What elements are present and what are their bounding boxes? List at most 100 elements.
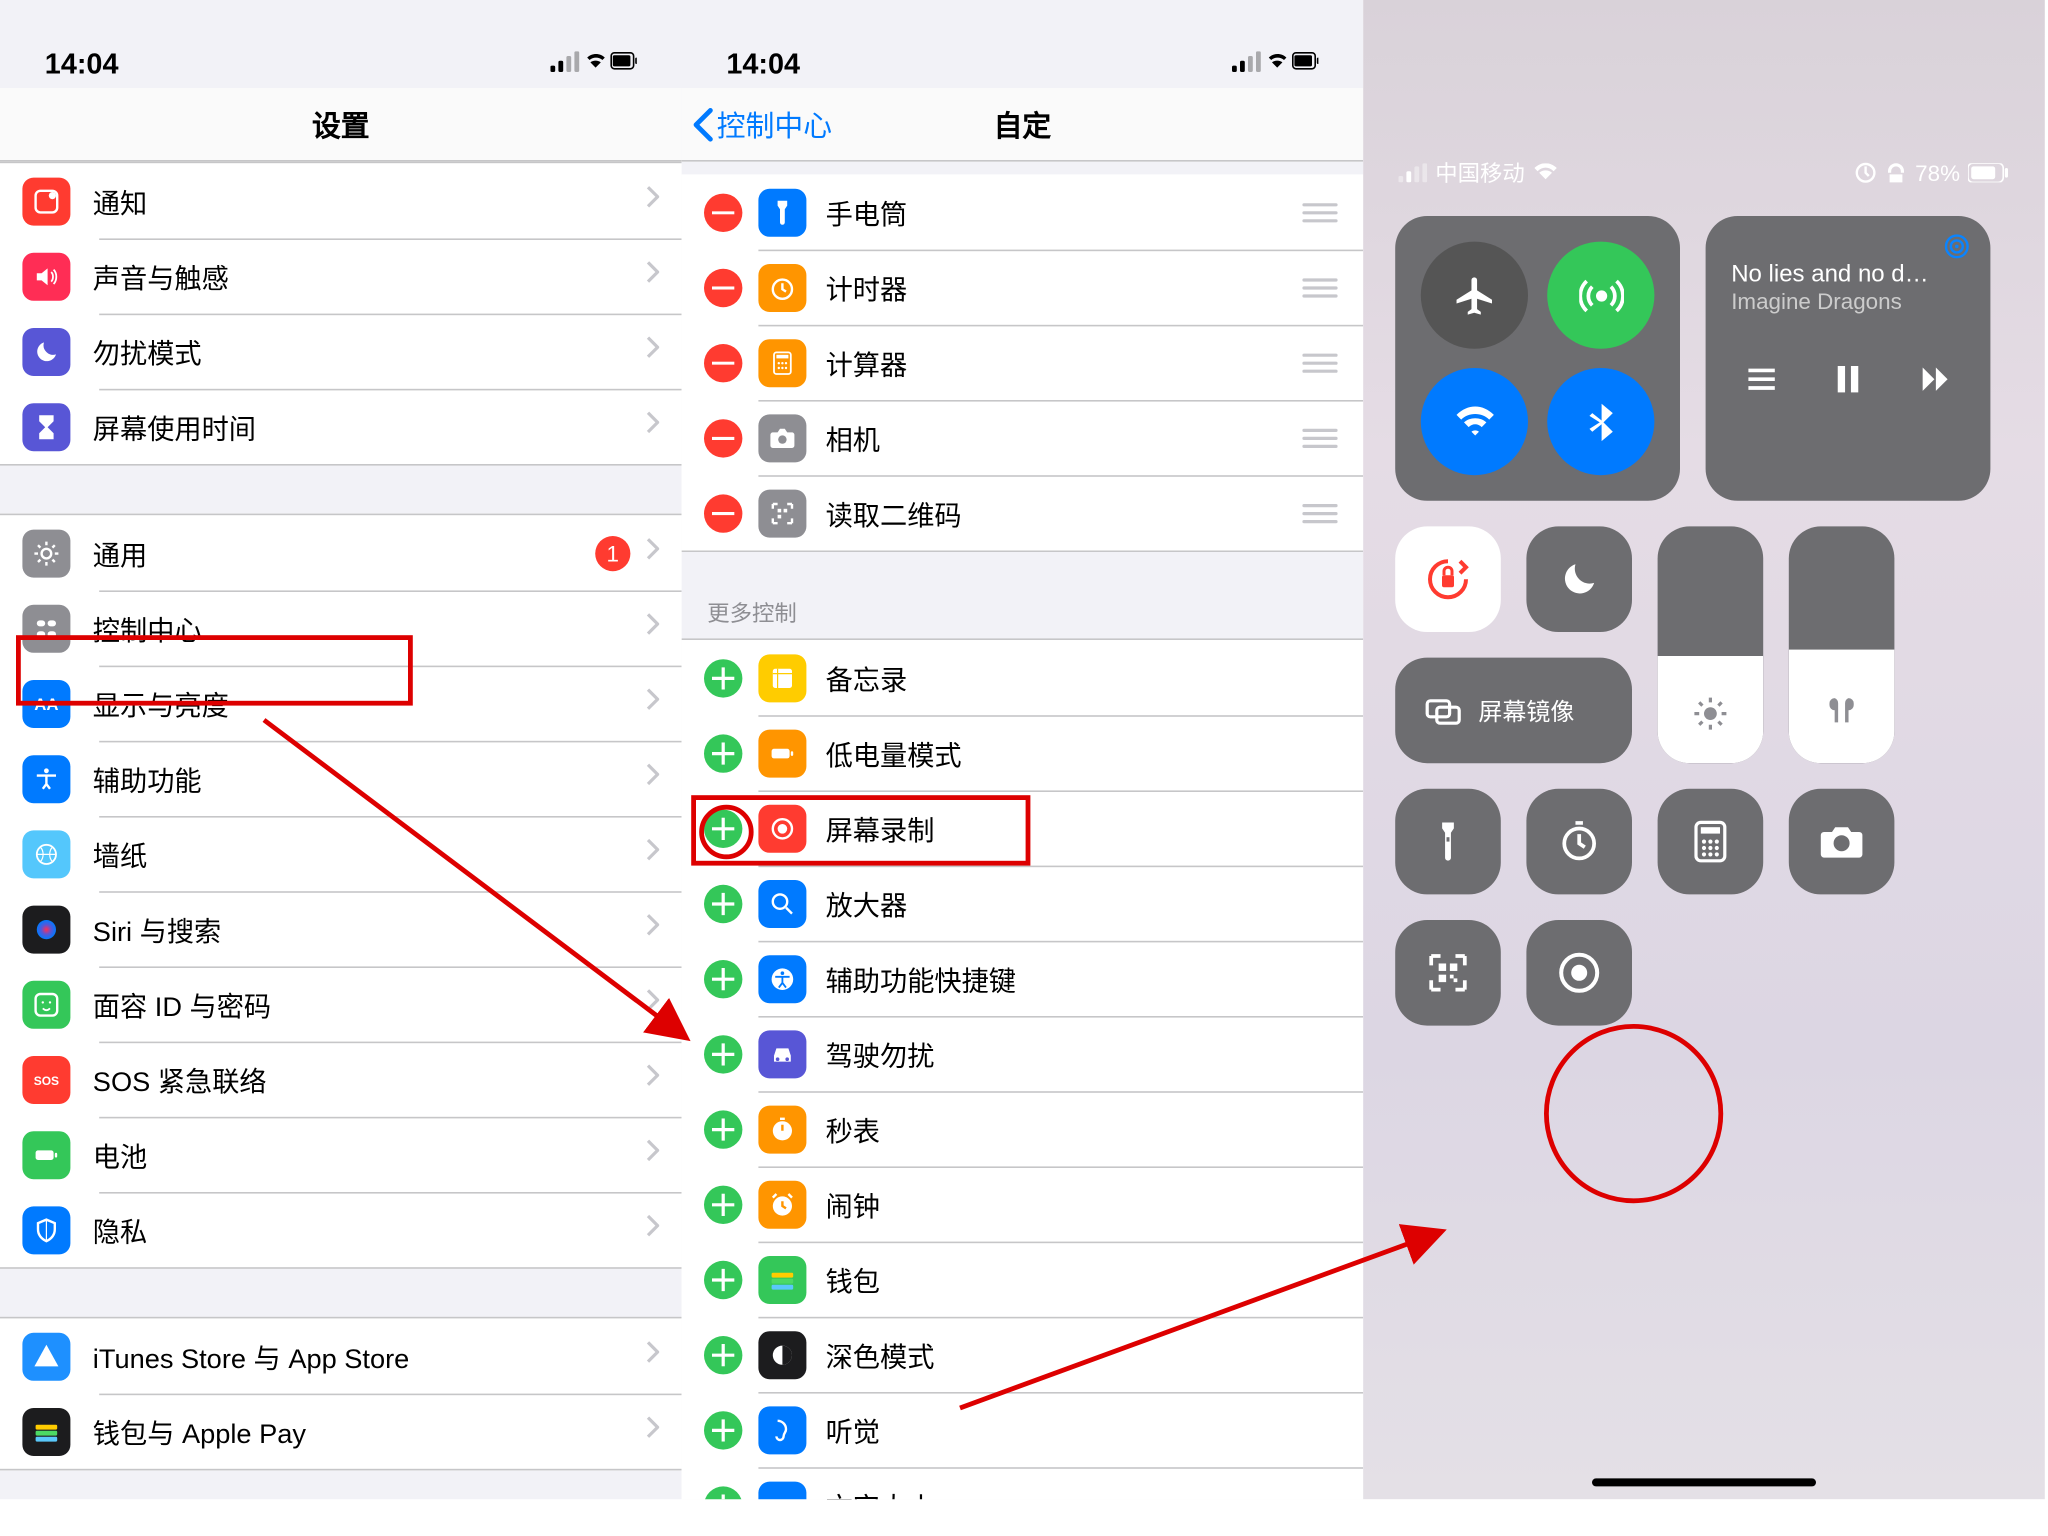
settings-row-screentime[interactable]: 屏幕使用时间	[0, 389, 682, 464]
customize-row-camera[interactable]: 相机	[682, 400, 1364, 475]
settings-row-wallpaper[interactable]: 墙纸	[0, 816, 682, 891]
settings-row-sounds[interactable]: 声音与触感	[0, 238, 682, 313]
row-label: iTunes Store 与 App Store	[93, 1336, 647, 1376]
screen-mirroring-tile[interactable]: 屏幕镜像	[1395, 658, 1632, 764]
reorder-handle[interactable]	[1302, 353, 1340, 372]
add-button[interactable]	[704, 809, 742, 847]
customize-row-stopwatch[interactable]: 秒表	[682, 1091, 1364, 1166]
settings-row-accessibility[interactable]: 辅助功能	[0, 741, 682, 816]
reorder-handle[interactable]	[1302, 428, 1340, 447]
remove-button[interactable]	[704, 193, 742, 231]
chevron-right-icon	[646, 1139, 659, 1169]
customize-row-qr[interactable]: 读取二维码	[682, 475, 1364, 550]
add-button[interactable]	[704, 734, 742, 772]
qr-scanner-tile[interactable]	[1395, 920, 1501, 1026]
row-label: 面容 ID 与密码	[93, 984, 647, 1024]
media-pause-icon[interactable]	[1830, 362, 1865, 405]
remove-button[interactable]	[704, 418, 742, 456]
settings-row-display[interactable]: AA 显示与亮度	[0, 666, 682, 741]
add-button[interactable]	[704, 884, 742, 922]
calculator-tile[interactable]	[1658, 789, 1764, 895]
back-label: 控制中心	[717, 104, 832, 146]
reorder-handle[interactable]	[1302, 278, 1340, 297]
chevron-right-icon	[646, 688, 659, 718]
chevron-right-icon	[646, 838, 659, 868]
media-list-icon[interactable]	[1744, 362, 1779, 405]
add-button[interactable]	[704, 1335, 742, 1373]
cellular-toggle[interactable]	[1547, 242, 1654, 349]
add-button[interactable]	[704, 1185, 742, 1223]
customize-row-driving-dnd[interactable]: 驾驶勿扰	[682, 1016, 1364, 1091]
notifications-icon	[22, 177, 70, 225]
add-button[interactable]	[704, 959, 742, 997]
settings-row-wallet[interactable]: 钱包与 Apple Pay	[0, 1394, 682, 1469]
customize-row-alarm[interactable]: 闹钟	[682, 1166, 1364, 1241]
settings-row-dnd[interactable]: 勿扰模式	[0, 314, 682, 389]
airplane-toggle[interactable]	[1421, 242, 1528, 349]
flashlight-tile[interactable]	[1395, 789, 1501, 895]
wallpaper-icon	[22, 830, 70, 878]
screen-recording-tile[interactable]	[1526, 920, 1632, 1026]
settings-row-notifications[interactable]: 通知	[0, 163, 682, 238]
timer-tile[interactable]	[1526, 789, 1632, 895]
settings-row-sos[interactable]: SOS SOS 紧急联络	[0, 1042, 682, 1117]
orientation-lock-tile[interactable]	[1395, 526, 1501, 632]
back-button[interactable]: 控制中心	[691, 88, 832, 162]
reorder-handle[interactable]	[1302, 503, 1340, 522]
remove-button[interactable]	[704, 268, 742, 306]
customize-row-hearing[interactable]: 听觉	[682, 1392, 1364, 1467]
customize-row-textsize[interactable]: Aa 文字大小	[682, 1467, 1364, 1499]
screenshot-customize: 14:04 控制中心 自定 手电筒 计时器 计算器 相机	[682, 0, 1364, 1499]
brightness-slider[interactable]	[1658, 526, 1764, 763]
customize-row-calculator[interactable]: 计算器	[682, 325, 1364, 400]
remove-button[interactable]	[704, 343, 742, 381]
siri-icon	[22, 905, 70, 953]
row-label: 读取二维码	[826, 493, 1303, 533]
dnd-tile[interactable]	[1526, 526, 1632, 632]
status-icons	[1232, 51, 1318, 81]
customize-row-notes[interactable]: 备忘录	[682, 640, 1364, 715]
settings-row-battery[interactable]: 电池	[0, 1117, 682, 1192]
add-button[interactable]	[704, 1110, 742, 1148]
add-button[interactable]	[704, 1034, 742, 1072]
customize-row-a11y-shortcut[interactable]: 辅助功能快捷键	[682, 941, 1364, 1016]
customize-row-timer[interactable]: 计时器	[682, 250, 1364, 325]
settings-row-control-center[interactable]: 控制中心	[0, 590, 682, 665]
customize-row-darkmode[interactable]: 深色模式	[682, 1317, 1364, 1392]
camera-tile[interactable]	[1789, 789, 1895, 895]
settings-row-general[interactable]: 通用 1	[0, 515, 682, 590]
faceid-icon	[22, 980, 70, 1028]
customize-row-screenrec[interactable]: 屏幕录制	[682, 790, 1364, 865]
remove-button[interactable]	[704, 494, 742, 532]
row-label: 听觉	[826, 1410, 1341, 1450]
wifi-toggle[interactable]	[1421, 368, 1528, 475]
add-button[interactable]	[704, 658, 742, 696]
row-label: 手电筒	[826, 192, 1303, 232]
chevron-right-icon	[646, 1214, 659, 1244]
connectivity-tile[interactable]	[1395, 216, 1680, 501]
settings-row-privacy[interactable]: 隐私	[0, 1192, 682, 1267]
screen-mirroring-label: 屏幕镜像	[1478, 694, 1574, 728]
media-next-icon[interactable]	[1917, 362, 1952, 405]
home-indicator[interactable]	[1592, 1478, 1816, 1486]
reorder-handle[interactable]	[1302, 202, 1340, 221]
row-label: 控制中心	[93, 608, 647, 648]
customize-row-flashlight[interactable]: 手电筒	[682, 174, 1364, 249]
bluetooth-toggle[interactable]	[1547, 368, 1654, 475]
customize-row-wallet[interactable]: 钱包	[682, 1242, 1364, 1317]
volume-slider[interactable]	[1789, 526, 1895, 763]
add-button[interactable]	[704, 1410, 742, 1448]
customize-row-lowpower[interactable]: 低电量模式	[682, 715, 1364, 790]
chevron-right-icon	[646, 261, 659, 291]
screen-mirroring-icon	[1424, 691, 1462, 729]
add-button[interactable]	[704, 1260, 742, 1298]
settings-row-itunes[interactable]: iTunes Store 与 App Store	[0, 1318, 682, 1393]
settings-row-siri[interactable]: Siri 与搜索	[0, 891, 682, 966]
settings-row-faceid[interactable]: 面容 ID 与密码	[0, 966, 682, 1041]
notes-icon	[758, 654, 806, 702]
airplay-icon[interactable]	[1942, 232, 1971, 269]
customize-row-magnifier[interactable]: 放大器	[682, 866, 1364, 941]
add-button[interactable]	[704, 1486, 742, 1500]
media-tile[interactable]: No lies and no d… Imagine Dragons	[1706, 216, 1991, 501]
media-title: No lies and no d…	[1731, 261, 1965, 288]
